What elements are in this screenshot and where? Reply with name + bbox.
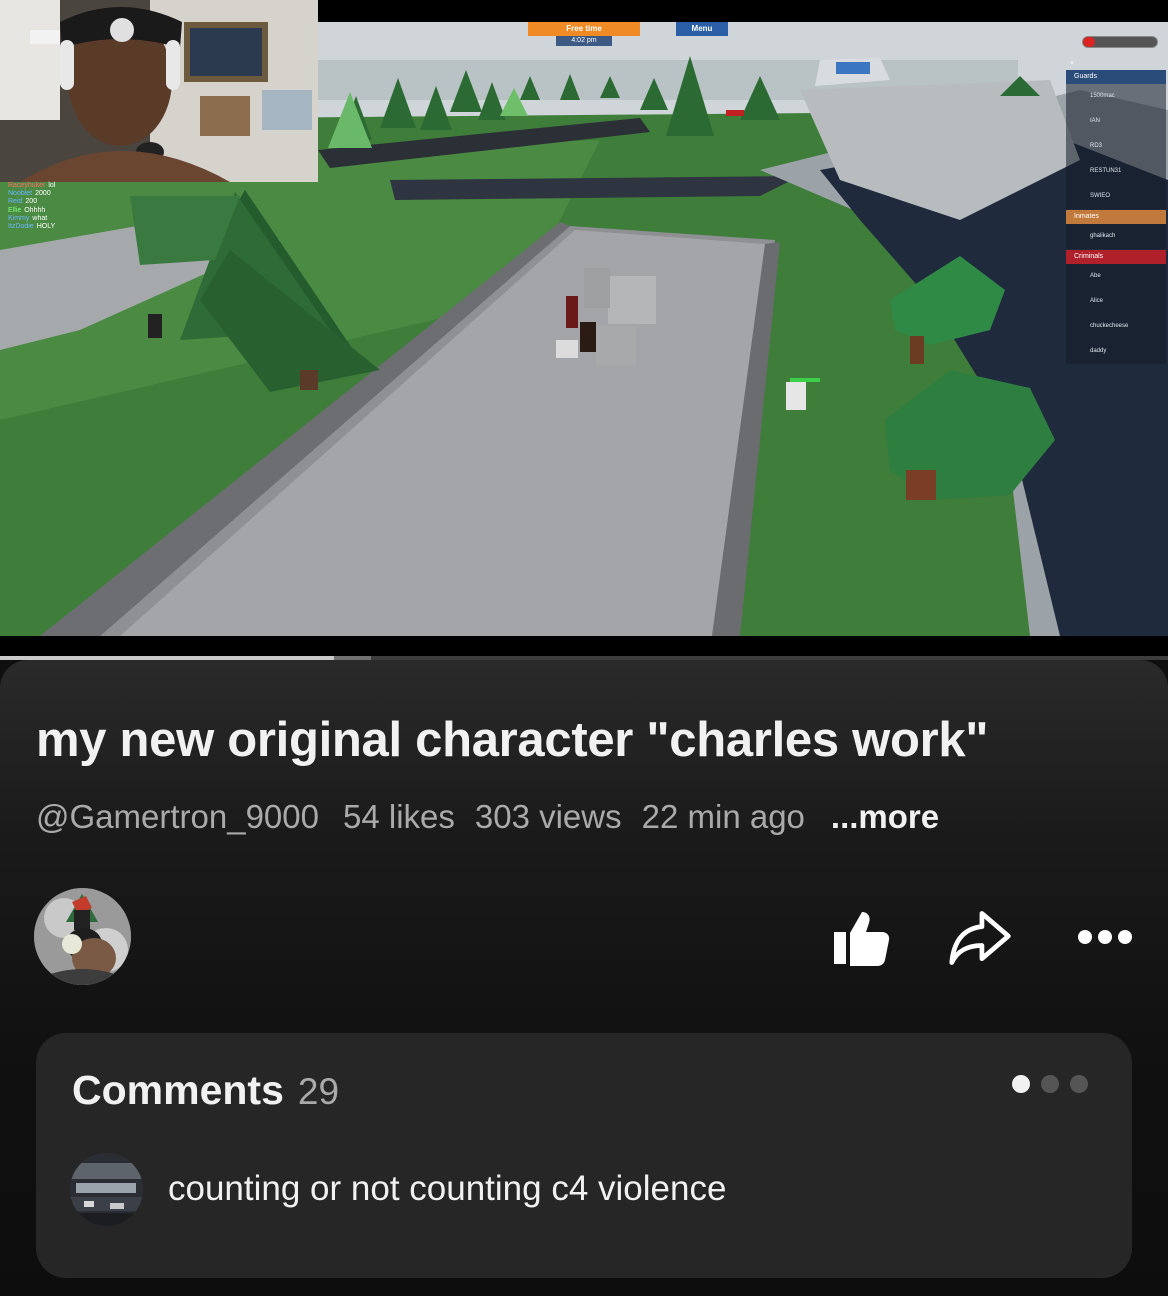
thumbs-up-icon [834, 912, 890, 966]
view-count: 303 views [474, 798, 622, 835]
video-player[interactable]: Raceyhuker lol Nooblet 2000 Reid 200 Ellie Ohhh… [0, 0, 1168, 656]
team-header: Inmates [1066, 210, 1166, 224]
video-metadata[interactable]: @Gamertron_9000 54 likes 303 views 22 mi… [36, 796, 939, 838]
streamer-face-image [0, 0, 318, 182]
player-name: Abe [1066, 264, 1166, 289]
webcam-overlay [0, 0, 318, 182]
comments-count: 29 [297, 1071, 340, 1112]
player-name: 1500mac [1066, 84, 1166, 109]
upload-age: 22 min ago [641, 798, 805, 835]
channel-avatar[interactable] [34, 888, 131, 985]
chat-text: Ohhhh [24, 206, 46, 214]
player-list: × Guards 1500mac IAN RD3 RESTUN31 SWIEO Inmate… [1066, 60, 1166, 364]
free-time-label: Free time [528, 22, 640, 36]
more-actions-button[interactable] [1072, 904, 1138, 970]
chat-author: Kimmy [8, 214, 30, 222]
chat-author: Ellie [8, 206, 22, 214]
commenter-avatar[interactable] [70, 1153, 143, 1226]
chat-author: Reid [8, 198, 23, 206]
chat-author: Raceyhuker [8, 182, 46, 189]
player-list-close-icon: × [1070, 60, 1075, 67]
player-name: RESTUN31 [1066, 159, 1166, 184]
player-name: ghalikach [1066, 224, 1166, 249]
share-button[interactable] [948, 904, 1014, 970]
comments-card[interactable]: Comments 29 counting or not counting c4 … [36, 1033, 1132, 1278]
more-button[interactable]: ...more [831, 798, 939, 836]
pager-dot[interactable] [1041, 1075, 1059, 1093]
chat-author: ItzDodie [8, 223, 34, 231]
chat-text: HOLY [36, 223, 56, 231]
player-name: daddy [1066, 339, 1166, 364]
chat-message: Kimmy what [8, 215, 55, 223]
top-comment-text: counting or not counting c4 violence [168, 1169, 727, 1208]
health-bar-fill [1083, 37, 1095, 47]
like-button[interactable] [828, 904, 894, 970]
channel-avatar-image [34, 888, 131, 985]
health-bar [1082, 36, 1158, 48]
chat-text: lol [48, 182, 56, 189]
share-arrow-icon [949, 911, 1011, 965]
like-count: 54 likes [342, 798, 455, 835]
commenter-avatar-image [70, 1153, 143, 1226]
player-name: IAN [1066, 109, 1166, 134]
player-name: chuckecheese [1066, 314, 1166, 339]
chat-message: ItzDodie HOLY [8, 223, 55, 231]
game-menu-button: Menu [676, 22, 728, 36]
chat-text: 200 [25, 198, 38, 206]
channel-handle[interactable]: @Gamertron_9000 [36, 798, 319, 836]
video-title[interactable]: my new original character "charles work" [36, 712, 989, 768]
chat-message: Ellie Ohhhh [8, 207, 55, 215]
comments-header: Comments 29 [72, 1067, 339, 1114]
team-header: Guards [1066, 70, 1166, 84]
player-name: RD3 [1066, 134, 1166, 159]
comments-title: Comments [72, 1067, 284, 1113]
player-name: SWIEO [1066, 184, 1166, 209]
chat-author: Nooblet [8, 190, 33, 198]
comments-pager[interactable] [1012, 1075, 1088, 1093]
chat-message: Reid 200 [8, 198, 55, 206]
chat-message: Raceyhuker lol [8, 182, 55, 190]
pager-dot[interactable] [1070, 1075, 1088, 1093]
team-header: Criminals [1066, 250, 1166, 264]
chat-text: 2000 [35, 190, 51, 198]
chat-text: what [32, 214, 48, 222]
player-name: Alice [1066, 289, 1166, 314]
more-dots-icon [1078, 930, 1132, 944]
pager-dot[interactable] [1012, 1075, 1030, 1093]
game-clock: 4:02 pm [556, 36, 612, 46]
game-chat: Raceyhuker lol Nooblet 2000 Reid 200 Ellie Ohhh… [8, 182, 55, 231]
chat-message: Nooblet 2000 [8, 190, 55, 198]
